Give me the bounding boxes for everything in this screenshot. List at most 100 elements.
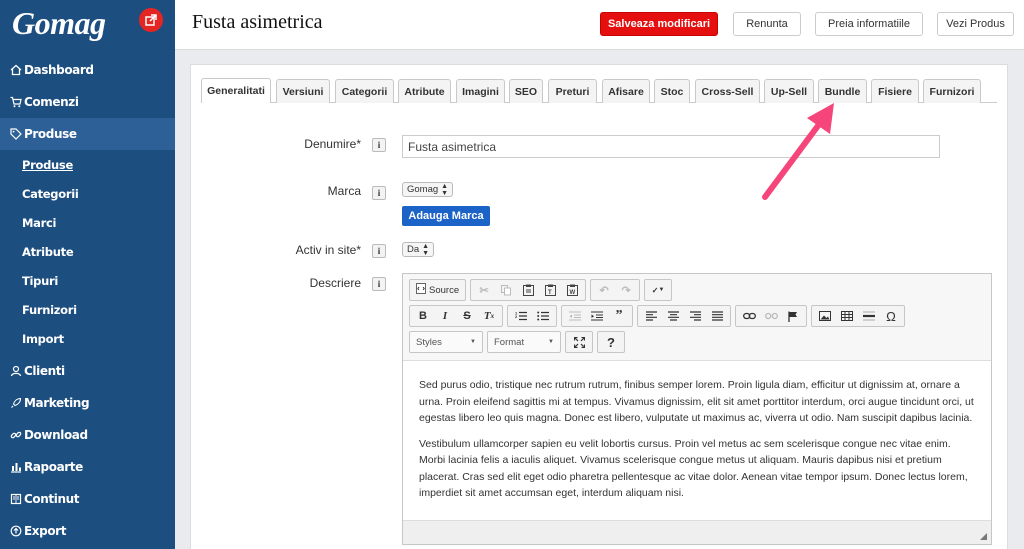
- cancel-button[interactable]: Renunta: [733, 12, 801, 36]
- bulleted-list-icon[interactable]: [532, 307, 554, 325]
- align-right-icon[interactable]: [684, 307, 706, 325]
- sidebar-item-dashboard[interactable]: Dashboard: [0, 54, 175, 86]
- sidebar-item-download[interactable]: Download: [0, 419, 175, 451]
- unlink-icon[interactable]: [760, 307, 782, 325]
- horizontal-line-icon[interactable]: [858, 307, 880, 325]
- sidebar-item-export[interactable]: Export: [0, 515, 175, 547]
- numbered-list-icon[interactable]: 12: [510, 307, 532, 325]
- maximize-group: [565, 331, 593, 353]
- source-button[interactable]: Source: [412, 281, 463, 299]
- sidebar-item-label: Export: [24, 524, 67, 538]
- sidebar-item-continut[interactable]: Continut: [0, 483, 175, 515]
- info-icon[interactable]: i: [372, 186, 386, 200]
- align-center-icon[interactable]: [662, 307, 684, 325]
- name-label: Denumire*: [304, 137, 361, 151]
- tab-furnizori[interactable]: Furnizori: [923, 79, 981, 103]
- sidebar-subitem-atribute[interactable]: Atribute: [0, 237, 175, 266]
- spellcheck-icon[interactable]: ✓ ▼: [647, 281, 669, 299]
- blockquote-icon[interactable]: ”: [608, 307, 630, 325]
- justify-icon[interactable]: [706, 307, 728, 325]
- sidebar-subitem-tipuri[interactable]: Tipuri: [0, 266, 175, 295]
- add-brand-button[interactable]: Adauga Marca: [402, 206, 490, 226]
- sidebar-subitem-label: Furnizori: [22, 302, 77, 317]
- description-label: Descriere: [309, 276, 361, 290]
- tab-up-sell[interactable]: Up-Sell: [764, 79, 814, 103]
- tab-stoc[interactable]: Stoc: [654, 79, 690, 103]
- tab-categorii[interactable]: Categorii: [335, 79, 394, 103]
- tab-seo[interactable]: SEO: [509, 79, 543, 103]
- fetch-info-button[interactable]: Preia informatiile: [815, 12, 923, 36]
- sidebar-subitem-import[interactable]: Import: [0, 324, 175, 353]
- logo[interactable]: Gomag: [12, 5, 106, 42]
- insert-group: Ω: [811, 305, 905, 327]
- special-char-icon[interactable]: Ω: [880, 307, 902, 325]
- sidebar-subitem-produse[interactable]: Produse: [0, 150, 175, 179]
- sidebar-subitem-categorii[interactable]: Categorii: [0, 179, 175, 208]
- italic-icon[interactable]: I: [434, 307, 456, 325]
- select-arrows-icon: ▲ ▼: [441, 182, 449, 197]
- table-icon[interactable]: [836, 307, 858, 325]
- editor-footer: [403, 520, 991, 544]
- strikethrough-icon[interactable]: S: [456, 307, 478, 325]
- maximize-icon[interactable]: [568, 333, 590, 351]
- rich-text-editor: Source ✂ T W ↶ ↷ ✓ ▼ B I S T x 1 2 ” Ω S…: [402, 273, 992, 545]
- sidebar-item-produse[interactable]: Produse: [0, 118, 175, 150]
- sidebar-subitem-label: Tipuri: [22, 273, 59, 288]
- sidebar-subitem-marci[interactable]: Marci: [0, 208, 175, 237]
- link-icon: [9, 428, 23, 442]
- rocket-icon: [9, 396, 23, 410]
- tab-bundle[interactable]: Bundle: [818, 79, 867, 103]
- source-label: Source: [429, 284, 460, 296]
- editor-content[interactable]: Sed purus odio, tristique nec rutrum rut…: [403, 360, 991, 520]
- anchor-flag-icon[interactable]: [782, 307, 804, 325]
- sidebar-item-marketing[interactable]: Marketing: [0, 387, 175, 419]
- name-field[interactable]: Fusta asimetrica: [402, 135, 940, 158]
- outdent-icon[interactable]: [564, 307, 586, 325]
- format-label: Format: [494, 336, 525, 348]
- save-button[interactable]: Salveaza modificari: [600, 12, 718, 36]
- open-store-icon[interactable]: [139, 8, 163, 32]
- brand-select[interactable]: Gomag ▲ ▼: [402, 182, 454, 197]
- indent-icon[interactable]: [586, 307, 608, 325]
- tab-fisiere[interactable]: Fisiere: [871, 79, 919, 103]
- sidebar-item-comenzi[interactable]: Comenzi: [0, 86, 175, 118]
- resize-handle-icon[interactable]: [980, 533, 987, 540]
- history-group: ↶ ↷: [590, 279, 641, 301]
- sidebar-item-rapoarte[interactable]: Rapoarte: [0, 451, 175, 483]
- spellcheck-group: ✓ ▼: [644, 279, 673, 301]
- tab-preturi[interactable]: Preturi: [548, 79, 597, 103]
- link-icon[interactable]: [738, 307, 760, 325]
- align-left-icon[interactable]: [640, 307, 662, 325]
- tab-generalitati[interactable]: Generalitati: [201, 78, 271, 103]
- paste-word-icon[interactable]: W: [561, 281, 583, 299]
- tab-imagini[interactable]: Imagini: [456, 79, 505, 103]
- styles-dropdown[interactable]: Styles ▼: [409, 331, 483, 353]
- info-icon[interactable]: i: [372, 244, 386, 258]
- indent-group: ”: [561, 305, 633, 327]
- tab-cross-sell[interactable]: Cross-Sell: [695, 79, 760, 103]
- info-icon[interactable]: i: [372, 277, 386, 291]
- info-icon[interactable]: i: [372, 138, 386, 152]
- sidebar-subitem-label: Produse: [22, 157, 73, 172]
- image-icon[interactable]: [814, 307, 836, 325]
- svg-text:2: 2: [515, 314, 518, 319]
- paste-text-icon[interactable]: T: [539, 281, 561, 299]
- editor-paragraph: Sed purus odio, tristique nec rutrum rut…: [419, 379, 974, 424]
- active-select[interactable]: Da ▲ ▼: [402, 242, 435, 257]
- paste-icon[interactable]: [517, 281, 539, 299]
- sidebar-subitem-furnizori[interactable]: Furnizori: [0, 295, 175, 324]
- sidebar-item-clienti[interactable]: Clienti: [0, 355, 175, 387]
- view-product-button[interactable]: Vezi Produs: [937, 12, 1014, 36]
- redo-icon[interactable]: ↷: [615, 281, 637, 299]
- format-dropdown[interactable]: Format ▼: [487, 331, 561, 353]
- tab-atribute[interactable]: Atribute: [398, 79, 451, 103]
- tab-afisare[interactable]: Afisare: [602, 79, 650, 103]
- bold-icon[interactable]: B: [412, 307, 434, 325]
- cut-icon[interactable]: ✂: [473, 281, 495, 299]
- sidebar-item-label: Marketing: [24, 396, 90, 410]
- undo-icon[interactable]: ↶: [593, 281, 615, 299]
- copy-icon[interactable]: [495, 281, 517, 299]
- remove-format-icon[interactable]: Tx: [478, 307, 500, 325]
- help-button[interactable]: ?: [600, 333, 622, 351]
- tab-versiuni[interactable]: Versiuni: [276, 79, 330, 103]
